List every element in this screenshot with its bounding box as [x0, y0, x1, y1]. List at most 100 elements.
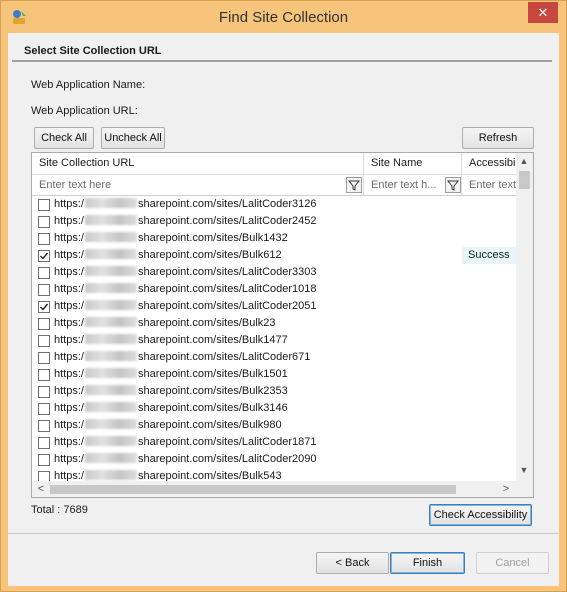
redacted-tenant: [84, 283, 137, 293]
table-row[interactable]: https:/ sharepoint.com/sites/LalitCoder10…: [32, 281, 516, 298]
vertical-scroll-thumb[interactable]: [519, 171, 530, 189]
site-url-prefix: https:/: [54, 368, 84, 380]
column-header-accessibility[interactable]: Accessibili: [462, 153, 516, 175]
site-url: https:/ sharepoint.com/sites/Bulk1477: [54, 334, 288, 346]
site-url-prefix: https:/: [54, 385, 84, 397]
row-checkbox[interactable]: [38, 454, 50, 466]
uncheck-all-button[interactable]: Uncheck All: [101, 127, 165, 149]
scroll-down-icon[interactable]: ▼: [518, 465, 530, 475]
site-url-suffix: sharepoint.com/sites/Bulk3146: [137, 402, 288, 414]
table-row[interactable]: https:/ sharepoint.com/sites/Bulk1432: [32, 230, 516, 247]
back-button[interactable]: < Back: [316, 552, 389, 574]
row-checkbox[interactable]: [38, 335, 50, 347]
filter-accessibility-input[interactable]: Enter text: [462, 175, 516, 196]
site-url-suffix: sharepoint.com/sites/Bulk980: [137, 419, 282, 431]
row-checkbox[interactable]: [38, 386, 50, 398]
site-collection-grid: Site Collection URL Site Name Accessibil…: [31, 152, 534, 498]
finish-button[interactable]: Finish: [390, 552, 465, 574]
table-row[interactable]: https:/ sharepoint.com/sites/Bulk1501: [32, 366, 516, 383]
row-checkbox[interactable]: [38, 369, 50, 381]
row-checkbox[interactable]: [38, 403, 50, 415]
refresh-button[interactable]: Refresh: [462, 127, 534, 149]
funnel-icon[interactable]: [346, 177, 362, 193]
scroll-left-icon[interactable]: <: [35, 483, 47, 495]
table-row[interactable]: https:/ sharepoint.com/sites/LalitCoder20…: [32, 298, 516, 315]
redacted-tenant: [84, 436, 137, 446]
redacted-tenant: [84, 368, 137, 378]
row-checkbox[interactable]: [38, 216, 50, 228]
table-row[interactable]: https:/ sharepoint.com/sites/LalitCoder24…: [32, 213, 516, 230]
horizontal-scrollbar[interactable]: < >: [32, 481, 516, 497]
row-checkbox[interactable]: [38, 318, 50, 330]
row-checkbox[interactable]: [38, 437, 50, 449]
check-all-button[interactable]: Check All: [34, 127, 94, 149]
grid-rows: https:/ sharepoint.com/sites/LalitCoder31…: [32, 196, 516, 481]
row-checkbox[interactable]: [38, 199, 50, 211]
vertical-scrollbar[interactable]: ▲ ▼: [516, 153, 533, 481]
close-button[interactable]: ✕: [528, 2, 558, 23]
redacted-tenant: [84, 266, 137, 276]
table-row[interactable]: https:/ sharepoint.com/sites/Bulk612 Succe…: [32, 247, 516, 264]
site-url-suffix: sharepoint.com/sites/Bulk1477: [137, 334, 288, 346]
row-checkbox[interactable]: [38, 233, 50, 245]
horizontal-scroll-thumb[interactable]: [50, 485, 456, 494]
redacted-tenant: [84, 470, 137, 480]
column-header-url[interactable]: Site Collection URL: [32, 153, 364, 175]
site-url-prefix: https:/: [54, 283, 84, 295]
site-url: https:/ sharepoint.com/sites/LalitCoder31…: [54, 198, 317, 210]
site-url: https:/ sharepoint.com/sites/LalitCoder67…: [54, 351, 310, 363]
funnel-icon[interactable]: [445, 177, 461, 193]
site-url: https:/ sharepoint.com/sites/Bulk543: [54, 470, 282, 481]
row-checkbox[interactable]: [38, 250, 50, 262]
redacted-tenant: [84, 402, 137, 412]
row-checkbox[interactable]: [38, 301, 50, 313]
filter-row: Enter text here Enter text h... Enter te…: [32, 175, 516, 196]
checkmark-icon: [40, 303, 49, 311]
site-url-prefix: https:/: [54, 266, 84, 278]
table-row[interactable]: https:/ sharepoint.com/sites/LalitCoder31…: [32, 196, 516, 213]
title-bar: Find Site Collection ✕: [1, 1, 566, 33]
filter-url-input[interactable]: Enter text here: [32, 175, 364, 196]
site-url-prefix: https:/: [54, 351, 84, 363]
site-url-suffix: sharepoint.com/sites/LalitCoder671: [137, 351, 311, 363]
redacted-tenant: [84, 351, 137, 361]
row-checkbox[interactable]: [38, 284, 50, 296]
site-url-suffix: sharepoint.com/sites/Bulk612: [137, 249, 282, 261]
site-url-prefix: https:/: [54, 249, 84, 261]
redacted-tenant: [84, 198, 137, 208]
row-checkbox[interactable]: [38, 352, 50, 364]
row-checkbox[interactable]: [38, 471, 50, 481]
redacted-tenant: [84, 232, 137, 242]
check-accessibility-button[interactable]: Check Accessibility: [429, 504, 532, 526]
site-url-prefix: https:/: [54, 300, 84, 312]
table-row[interactable]: https:/ sharepoint.com/sites/LalitCoder18…: [32, 434, 516, 451]
web-app-url-label: Web Application URL:: [31, 105, 138, 117]
table-row[interactable]: https:/ sharepoint.com/sites/LalitCoder67…: [32, 349, 516, 366]
site-url-suffix: sharepoint.com/sites/LalitCoder3303: [137, 266, 317, 278]
site-url-prefix: https:/: [54, 402, 84, 414]
table-row[interactable]: https:/ sharepoint.com/sites/LalitCoder20…: [32, 451, 516, 468]
table-row[interactable]: https:/ sharepoint.com/sites/Bulk980: [32, 417, 516, 434]
site-url-prefix: https:/: [54, 419, 84, 431]
row-checkbox[interactable]: [38, 420, 50, 432]
site-url-suffix: sharepoint.com/sites/LalitCoder1018: [137, 283, 317, 295]
scroll-right-icon[interactable]: >: [500, 483, 512, 495]
row-checkbox[interactable]: [38, 267, 50, 279]
table-row[interactable]: https:/ sharepoint.com/sites/LalitCoder33…: [32, 264, 516, 281]
table-row[interactable]: https:/ sharepoint.com/sites/Bulk1477: [32, 332, 516, 349]
column-header-site-name[interactable]: Site Name: [364, 153, 462, 175]
table-row[interactable]: https:/ sharepoint.com/sites/Bulk543: [32, 468, 516, 481]
scroll-up-icon[interactable]: ▲: [518, 156, 530, 166]
table-row[interactable]: https:/ sharepoint.com/sites/Bulk2353: [32, 383, 516, 400]
site-url: https:/ sharepoint.com/sites/Bulk3146: [54, 402, 288, 414]
site-url-suffix: sharepoint.com/sites/Bulk1432: [137, 232, 288, 244]
site-url-prefix: https:/: [54, 317, 84, 329]
site-url: https:/ sharepoint.com/sites/Bulk1501: [54, 368, 288, 380]
grid-header: Site Collection URL Site Name Accessibil…: [32, 153, 516, 175]
table-row[interactable]: https:/ sharepoint.com/sites/Bulk23: [32, 315, 516, 332]
site-url: https:/ sharepoint.com/sites/Bulk2353: [54, 385, 288, 397]
table-row[interactable]: https:/ sharepoint.com/sites/Bulk3146: [32, 400, 516, 417]
site-url: https:/ sharepoint.com/sites/Bulk23: [54, 317, 276, 329]
site-url: https:/ sharepoint.com/sites/LalitCoder33…: [54, 266, 317, 278]
site-url: https:/ sharepoint.com/sites/LalitCoder20…: [54, 453, 317, 465]
